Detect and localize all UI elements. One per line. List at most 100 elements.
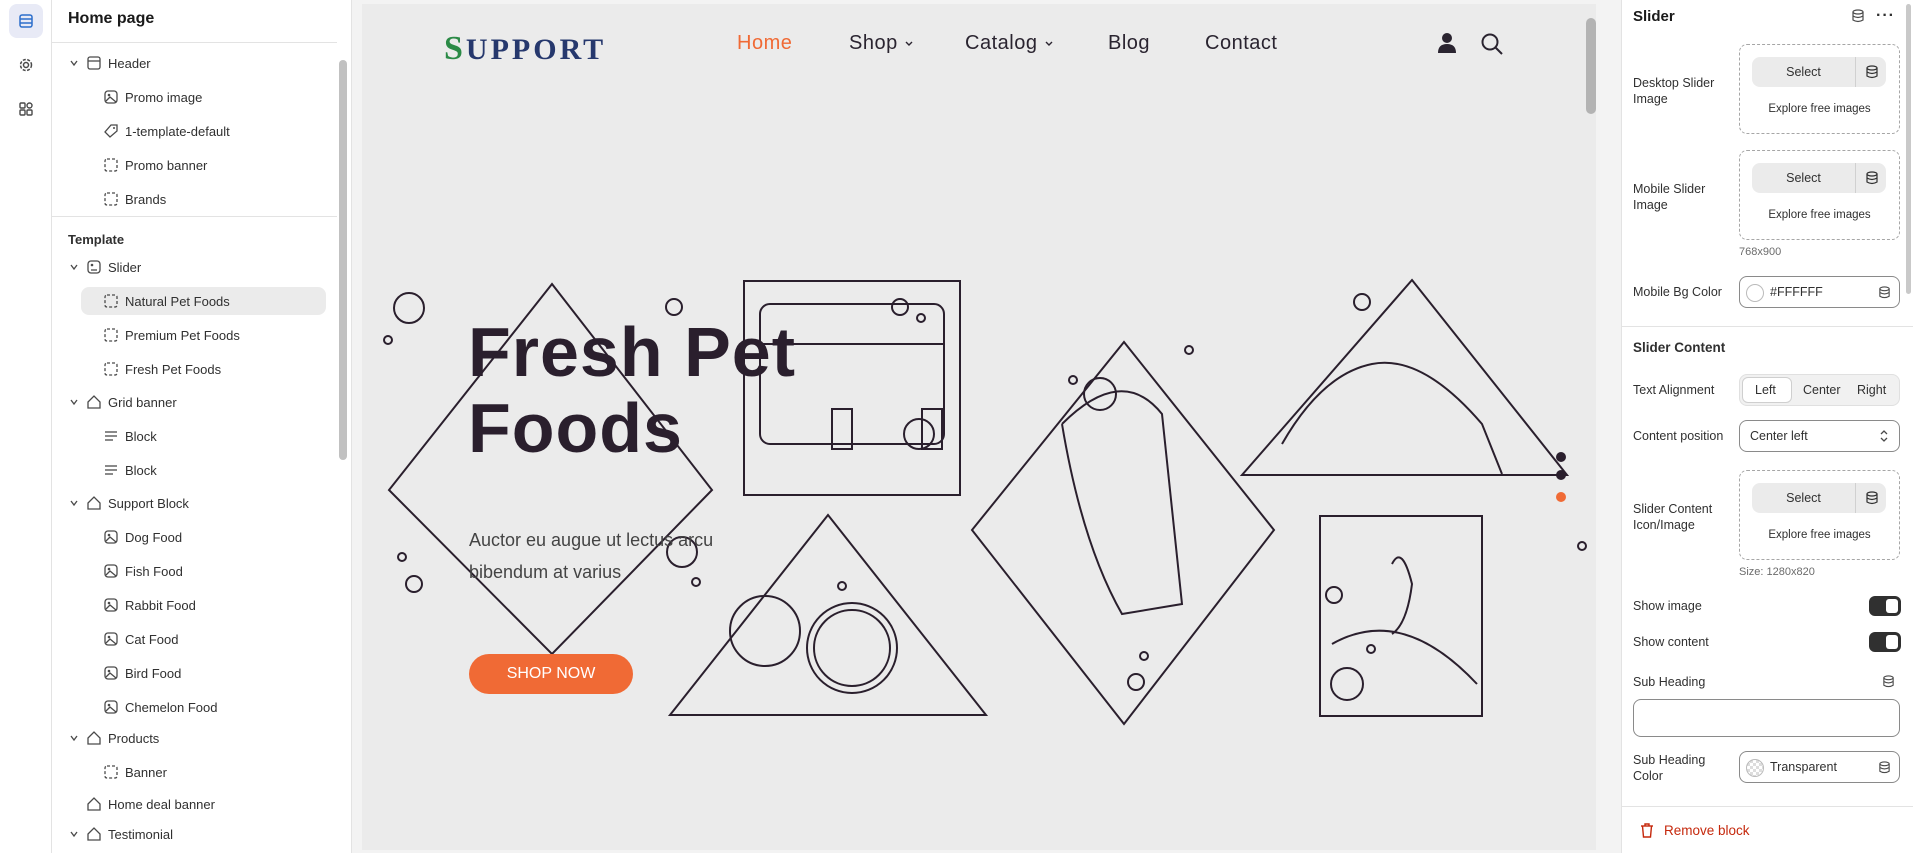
slider-dot[interactable] [1556,470,1566,480]
tree-item-promo-banner[interactable]: Promo banner [52,151,338,179]
chevron-down-icon[interactable] [69,498,79,508]
panel-scrollbar[interactable] [1906,4,1911,294]
show-image-toggle[interactable] [1869,596,1901,616]
tree-item-label: Rabbit Food [125,598,196,613]
chevron-down-icon[interactable] [69,397,79,407]
template-heading: Template [68,232,125,247]
select-label: Select [1786,171,1821,185]
slider-dot-active[interactable] [1556,492,1566,502]
tree-item-header[interactable]: Header [52,49,338,77]
explore-images-link[interactable]: Explore free images [1740,103,1899,115]
image-block-icon [104,632,118,646]
mobile-select-button[interactable]: Select [1752,163,1886,193]
preview-scrollbar[interactable] [1586,18,1596,114]
shop-now-button[interactable]: SHOP NOW [469,654,633,694]
tree-item-label: Premium Pet Foods [125,328,240,343]
tree-item-template-default[interactable]: 1-template-default [52,117,338,145]
remove-block-button[interactable]: Remove block [1640,823,1750,838]
hero-title: Fresh Pet Foods [468,314,796,466]
tree-item-block[interactable]: Block [52,422,338,450]
apps-icon [19,102,33,116]
content-position-select[interactable]: Center left [1739,420,1900,452]
tree-item-slider[interactable]: Slider [52,253,338,281]
chevron-down-icon[interactable] [69,262,79,272]
align-left-option[interactable]: Left [1755,383,1776,397]
desktop-image-picker[interactable]: Select Explore free images [1739,44,1900,134]
tree-item-premium-pet-foods[interactable]: Premium Pet Foods [52,321,338,349]
mobile-size-hint: 768x900 [1739,246,1782,258]
tree-item-block[interactable]: Block [52,456,338,484]
toggle-knob [1886,635,1898,649]
image-block-icon [104,598,118,612]
theme-settings-button[interactable] [9,48,43,82]
slider-content-heading: Slider Content [1633,340,1726,355]
align-center-option[interactable]: Center [1803,383,1841,397]
header-section-icon [87,56,101,70]
select-label: Select [1786,65,1821,79]
section-icon [87,731,101,745]
tree-item-fish-food[interactable]: Fish Food [52,557,338,585]
block-icon [104,294,118,308]
page-title: Home page [68,10,155,27]
slider-dot[interactable] [1556,452,1566,462]
chevron-down-icon[interactable] [69,733,79,743]
tree-item-label: Dog Food [125,530,183,545]
tree-item-dog-food[interactable]: Dog Food [52,523,338,551]
tree-item-label: Cat Food [125,632,179,647]
color-swatch[interactable] [1746,284,1764,302]
tree-item-support-block[interactable]: Support Block [52,489,338,517]
database-icon[interactable] [1878,286,1891,299]
trash-icon [1641,823,1653,838]
content-icon-label: Slider Content Icon/Image [1633,502,1713,532]
show-image-label: Show image [1633,599,1702,613]
tree-item-chemelon-food[interactable]: Chemelon Food [52,693,338,721]
content-select-button[interactable]: Select [1752,483,1886,513]
app-embeds-button[interactable] [9,92,43,126]
tree-item-label: Brands [125,192,167,207]
database-icon[interactable] [1865,65,1879,79]
show-content-toggle[interactable] [1869,632,1901,652]
tree-item-rabbit-food[interactable]: Rabbit Food [52,591,338,619]
tree-item-fresh-pet-foods[interactable]: Fresh Pet Foods [52,355,338,383]
database-icon[interactable] [1851,9,1865,23]
block-icon [104,158,118,172]
mobile-bg-label: Mobile Bg Color [1633,285,1722,299]
chevron-down-icon[interactable] [69,58,79,68]
more-options-icon[interactable]: ··· [1876,7,1895,25]
tree-item-cat-food[interactable]: Cat Food [52,625,338,653]
icon-rail [0,0,52,853]
tree-item-natural-pet-foods[interactable]: Natural Pet Foods [81,287,326,315]
database-icon[interactable] [1882,675,1895,688]
tree-scrollbar[interactable] [339,60,347,460]
tree-item-grid-banner[interactable]: Grid banner [52,388,338,416]
section-icon [87,797,101,811]
sub-heading-color-picker[interactable]: Transparent [1739,751,1900,783]
explore-images-link[interactable]: Explore free images [1740,529,1899,541]
mobile-bg-color-picker[interactable]: #FFFFFF [1739,276,1900,308]
tree-item-home-deal-banner[interactable]: Home deal banner [52,790,338,818]
content-icon-picker[interactable]: Select Explore free images [1739,470,1900,560]
explore-images-link[interactable]: Explore free images [1740,209,1899,221]
tree-item-bird-food[interactable]: Bird Food [52,659,338,687]
triangle-shape [1239,278,1570,476]
sub-heading-input[interactable] [1633,699,1900,737]
mobile-image-label: Mobile Slider Image [1633,182,1706,212]
database-icon[interactable] [1865,171,1879,185]
hero-title-line: Foods [468,389,683,467]
tree-item-label: Block [125,463,157,478]
database-icon[interactable] [1865,491,1879,505]
chevron-down-icon[interactable] [69,829,79,839]
tree-item-products[interactable]: Products [52,724,338,752]
tree-item-promo-image[interactable]: Promo image [52,83,338,111]
database-icon[interactable] [1878,761,1891,774]
mobile-image-picker[interactable]: Select Explore free images [1739,150,1900,240]
tree-item-banner[interactable]: Banner [52,758,338,786]
image-icon [104,90,118,104]
tree-item-testimonial[interactable]: Testimonial [52,820,338,848]
color-swatch[interactable] [1746,759,1764,777]
sections-button[interactable] [9,4,43,38]
desktop-select-button[interactable]: Select [1752,57,1886,87]
align-right-option[interactable]: Right [1857,383,1886,397]
tree-item-brands[interactable]: Brands [52,185,338,213]
tree-item-label: Bird Food [125,666,182,681]
